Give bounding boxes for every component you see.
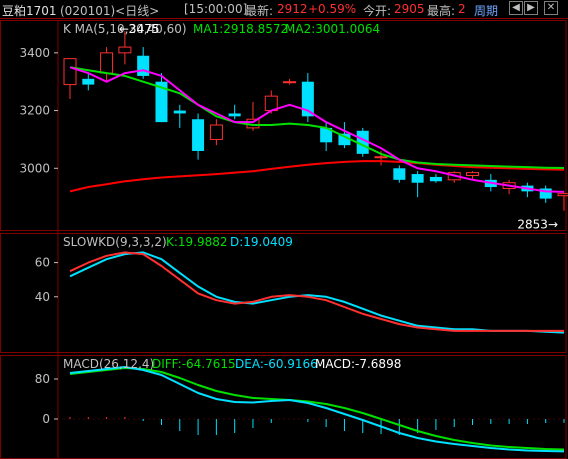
candle-body <box>283 81 297 84</box>
candle-body <box>228 113 241 117</box>
kd-k-line <box>69 251 564 332</box>
candle-body <box>63 58 77 86</box>
candle-body <box>137 55 150 76</box>
macd-y-tick-label: 0 <box>42 412 50 426</box>
candle-body <box>411 174 424 183</box>
candle-body <box>118 46 132 54</box>
high-annotation: ←3475 <box>119 22 160 36</box>
candle-body <box>429 176 442 182</box>
main-y-tick-label: 3200 <box>19 104 50 118</box>
macd-y-tick-label: 80 <box>35 372 50 386</box>
candle-body <box>209 124 223 140</box>
macd-panel-title: MACD(26,12,4) <box>63 357 154 371</box>
candle-body <box>192 119 205 151</box>
candle-body <box>466 172 480 177</box>
ma-mid-line <box>69 66 565 169</box>
macd-diff-label: DIFF:-64.7615 <box>152 357 236 371</box>
kd-y-tick-label: 60 <box>35 256 50 270</box>
main-panel-border <box>0 20 567 231</box>
ma2-label: MA2:3001.0064 <box>285 22 380 36</box>
macd-diff-line <box>69 366 565 453</box>
kd-panel-title: SLOWKD(9,3,3,2) <box>63 235 167 249</box>
macd-dea-label: DEA:-60.9166 <box>235 357 318 371</box>
main-y-tick-label: 3000 <box>19 161 50 175</box>
candle-body <box>173 110 186 114</box>
ma1-label: MA1:2918.8572 <box>193 22 288 36</box>
kd-panel-border <box>0 233 567 353</box>
main-y-tick-label: 3400 <box>19 46 50 60</box>
candle-body <box>82 78 95 85</box>
kline-chart[interactable]: 340032003000K MA(5,10,20,40,60) MA1:2918.… <box>0 0 568 459</box>
ma-fast-line <box>69 66 565 193</box>
candle-body <box>374 156 388 159</box>
candle-body <box>393 168 406 180</box>
kd-k-label: K:19.9882 <box>166 235 228 249</box>
low-annotation: 2853→ <box>517 218 558 232</box>
kd-d-line <box>69 251 565 334</box>
candle-body <box>100 52 114 74</box>
kd-y-tick-label: 40 <box>35 290 50 304</box>
macd-dea-line <box>69 367 565 451</box>
macd-value-label: MACD:-7.6898 <box>315 357 401 371</box>
kd-d-label: D:19.0409 <box>230 235 293 249</box>
candle-body <box>557 193 568 197</box>
